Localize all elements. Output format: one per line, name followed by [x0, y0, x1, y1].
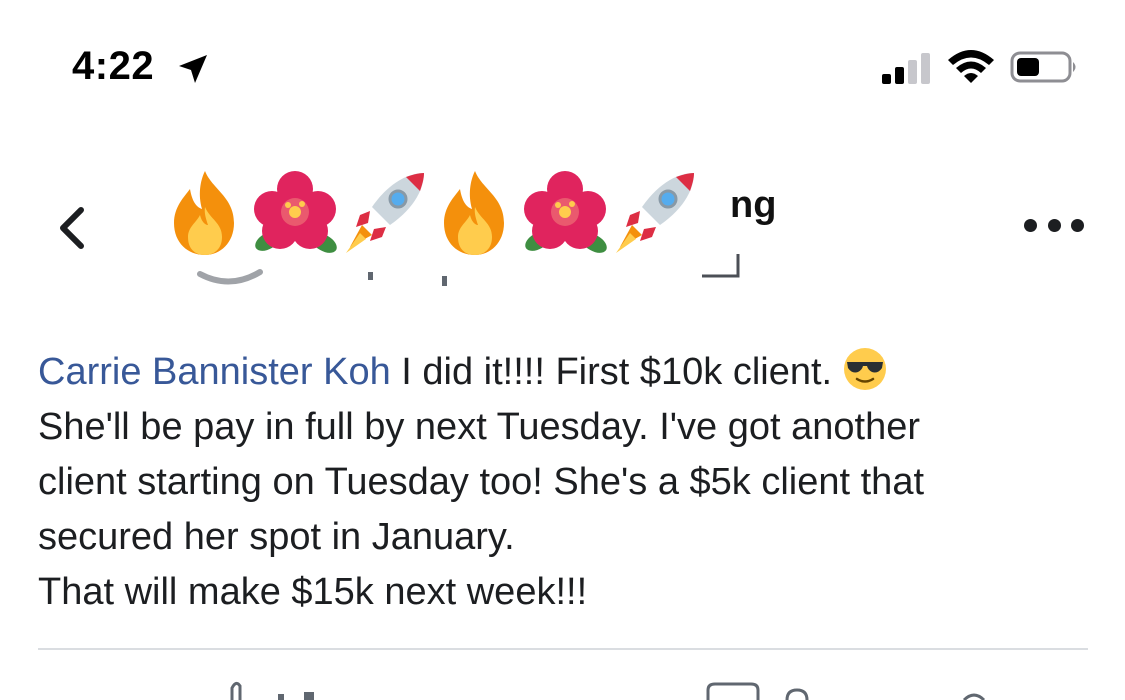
share-button-fragment[interactable]: [960, 680, 990, 700]
comment-button-fragment[interactable]: [705, 680, 815, 700]
post-line-4: secured her spot in January.: [38, 516, 515, 558]
fire-emoji-icon: [174, 171, 234, 255]
wifi-icon: [948, 50, 994, 83]
post-line-2: She'll be pay in full by next Tuesday. I…: [38, 406, 921, 448]
more-dot: [1047, 218, 1061, 232]
post-text: I did it!!!! First $10k client.: [390, 351, 833, 393]
status-time: 4:22: [72, 44, 155, 88]
avatar-fragment: [197, 269, 447, 286]
title-edge-fragment: [702, 254, 740, 278]
more-options-button[interactable]: [1024, 210, 1084, 240]
post-line-1: Carrie Bannister Koh I did it!!!! First …: [38, 345, 1098, 400]
group-title-fragment[interactable]: ng: [730, 184, 776, 227]
post-body: Carrie Bannister Koh I did it!!!! First …: [38, 345, 1098, 620]
rocket-emoji-icon: [346, 173, 424, 253]
rocket-emoji-icon: [616, 173, 694, 253]
post-line-3: client starting on Tuesday too! She's a …: [38, 461, 925, 503]
hibiscus-emoji-icon: [254, 171, 337, 253]
more-dots-icon: [1024, 218, 1037, 232]
author-link[interactable]: Carrie Bannister Koh: [38, 351, 391, 393]
hibiscus-emoji-icon: [524, 171, 607, 253]
group-title-emojis: [160, 166, 700, 258]
divider: [38, 648, 1088, 650]
cellular-signal-icon: [882, 53, 930, 84]
chevron-left-icon: [60, 207, 84, 249]
sunglasses-emoji-icon: [844, 348, 887, 390]
location-arrow-icon: [179, 55, 207, 83]
like-button-fragment[interactable]: [226, 680, 346, 700]
more-dot: [1071, 218, 1084, 232]
battery-icon: [1010, 51, 1076, 83]
back-button[interactable]: [48, 198, 96, 258]
fire-emoji-icon: [444, 171, 504, 255]
post-line-5: That will make $15k next week!!!: [38, 571, 588, 613]
